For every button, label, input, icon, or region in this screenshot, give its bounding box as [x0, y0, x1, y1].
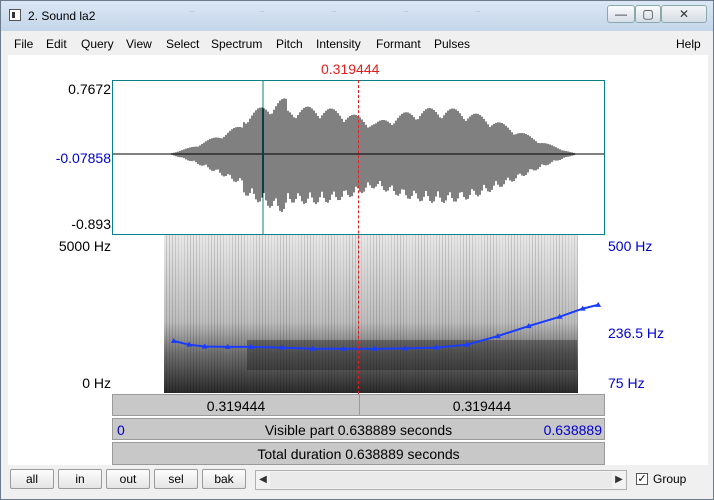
- zoom-selection-button[interactable]: sel: [154, 469, 198, 489]
- spectrogram-stripe: [166, 235, 167, 393]
- spectrogram-stripe: [244, 235, 245, 393]
- menu-select[interactable]: Select: [166, 37, 199, 51]
- spectrogram-stripe: [175, 235, 176, 393]
- zoom-in-button[interactable]: in: [58, 469, 102, 489]
- menu-spectrum[interactable]: Spectrum: [211, 37, 262, 51]
- visible-part-bar[interactable]: 0 Visible part 0.638889 seconds 0.638889: [112, 418, 605, 440]
- spectrogram-stripe: [235, 235, 236, 393]
- spectrogram-stripe: [229, 235, 230, 393]
- spectrogram-stripe: [211, 235, 212, 393]
- minimize-button[interactable]: —: [607, 5, 635, 23]
- bottom-toolbar: all in out sel bak ◀ ▶ ✓ Group: [8, 467, 708, 493]
- spectrogram-stripe: [226, 235, 227, 393]
- spec-y-min: 0 Hz: [82, 375, 111, 391]
- maximize-button[interactable]: ▢: [635, 5, 661, 23]
- spectrogram-stripe: [205, 235, 206, 393]
- visible-part-text: Visible part 0.638889 seconds: [264, 422, 453, 438]
- scroll-left-icon[interactable]: ◀: [256, 471, 270, 489]
- spectrogram-stripe: [238, 235, 239, 393]
- spectrogram-stripe: [232, 235, 233, 393]
- waveform-trace: [169, 98, 577, 213]
- right-time[interactable]: 0.319444: [359, 395, 605, 415]
- group-checkbox[interactable]: ✓: [636, 473, 648, 485]
- spectrogram-stripe: [181, 235, 182, 393]
- spectrogram-formant-band: [247, 340, 577, 370]
- menu-bar: File Edit Query View Select Spectrum Pit…: [8, 34, 708, 54]
- wave-y-min: -0.893: [71, 216, 111, 232]
- spectrogram-stripe: [193, 235, 194, 393]
- wave-y-cursor: -0.07858: [55, 150, 111, 166]
- zoom-back-button[interactable]: bak: [202, 469, 246, 489]
- spectrogram-stripe: [190, 235, 191, 393]
- menu-edit[interactable]: Edit: [46, 37, 67, 51]
- pitch-axis-bottom: 75 Hz: [608, 375, 645, 391]
- ghost-tab: ...: [259, 7, 265, 14]
- app-icon: [9, 9, 21, 21]
- left-time[interactable]: 0.319444: [113, 395, 360, 415]
- menu-intensity[interactable]: Intensity: [316, 37, 361, 51]
- spectrogram-stripe: [187, 235, 188, 393]
- praat-window: 2. Sound la2 ... ... ... ... ... — ▢ ✕ F…: [0, 0, 714, 500]
- menu-formant[interactable]: Formant: [376, 37, 421, 51]
- spectrogram-stripe: [199, 235, 200, 393]
- spec-y-max: 5000 Hz: [58, 238, 111, 254]
- spectrogram-stripe: [220, 235, 221, 393]
- ghost-tab: ...: [403, 7, 409, 14]
- menu-file[interactable]: File: [14, 37, 33, 51]
- spectrogram-stripe: [178, 235, 179, 393]
- all-button[interactable]: all: [10, 469, 54, 489]
- zoom-out-button[interactable]: out: [106, 469, 150, 489]
- spectrogram-stripe: [169, 235, 170, 393]
- spectrogram-stripe: [202, 235, 203, 393]
- spectrogram-stripe: [241, 235, 242, 393]
- spectrogram-stripe: [577, 235, 578, 393]
- menu-pitch[interactable]: Pitch: [276, 37, 303, 51]
- total-duration-text: Total duration 0.638889 seconds: [257, 446, 460, 462]
- close-button[interactable]: ✕: [661, 5, 707, 23]
- title-bar: 2. Sound la2 ... ... ... ... ... — ▢ ✕: [1, 1, 713, 31]
- ghost-tab: ...: [189, 7, 195, 14]
- maximize-icon: ▢: [642, 7, 654, 21]
- wave-y-max: 0.7672: [68, 81, 111, 97]
- window-title: 2. Sound la2: [28, 9, 96, 23]
- menu-help[interactable]: Help: [676, 37, 701, 51]
- checkmark-icon: ✓: [637, 473, 647, 485]
- scroll-thumb[interactable]: [270, 472, 612, 488]
- menu-pulses[interactable]: Pulses: [434, 37, 470, 51]
- horizontal-scrollbar[interactable]: ◀ ▶: [255, 470, 627, 490]
- visible-end: 0.638889: [543, 422, 602, 438]
- spectrogram-stripe: [196, 235, 197, 393]
- menu-view[interactable]: View: [126, 37, 152, 51]
- minimize-icon: —: [615, 7, 627, 21]
- spectrogram-stripe: [184, 235, 185, 393]
- total-duration-bar[interactable]: Total duration 0.638889 seconds: [112, 442, 605, 465]
- spectrogram-stripe: [208, 235, 209, 393]
- cursor-time: 0.319444: [321, 61, 380, 77]
- cursor-line: [358, 80, 359, 414]
- ghost-tab: ...: [475, 7, 481, 14]
- close-icon: ✕: [678, 7, 690, 21]
- scroll-right-icon[interactable]: ▶: [612, 471, 626, 489]
- menu-query[interactable]: Query: [81, 37, 114, 51]
- spectrogram-stripe: [214, 235, 215, 393]
- group-label: Group: [653, 472, 687, 486]
- ghost-tab: ...: [331, 7, 337, 14]
- pitch-axis-top: 500 Hz: [608, 238, 653, 254]
- spectrogram-stripe: [217, 235, 218, 393]
- spectrogram-stripe: [172, 235, 173, 393]
- pitch-axis-mid: 236.5 Hz: [608, 325, 665, 341]
- selection-bar[interactable]: 0.319444 0.319444: [112, 394, 605, 416]
- spectrogram-stripe: [223, 235, 224, 393]
